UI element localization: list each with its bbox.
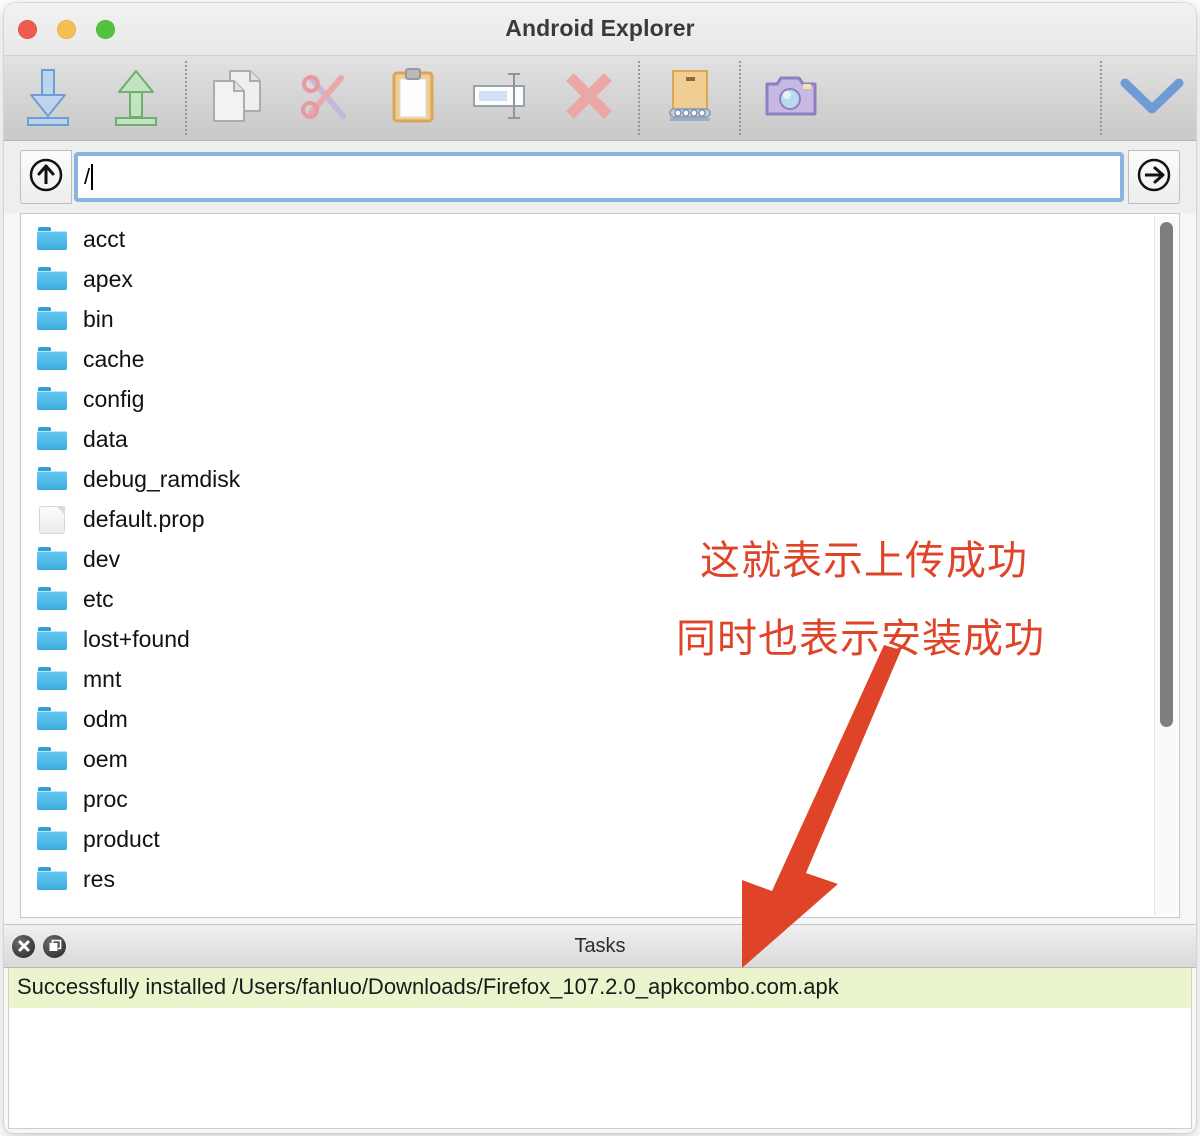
file-list-item-label: cache <box>83 345 145 372</box>
toolbar-separator-2 <box>638 61 641 135</box>
file-list-item-label: lost+found <box>83 625 190 652</box>
toolbar-upload-button[interactable] <box>92 56 180 140</box>
folder-icon <box>37 226 67 252</box>
folder-icon <box>37 466 67 492</box>
file-list-item-label: default.prop <box>83 505 205 532</box>
file-list-item-label: debug_ramdisk <box>83 465 241 492</box>
toolbar-install-package-button[interactable] <box>646 56 734 140</box>
folder-icon <box>37 426 67 452</box>
delete-icon <box>562 69 616 128</box>
toolbar-paste-button[interactable] <box>369 56 457 140</box>
rename-icon <box>470 70 532 127</box>
file-list-panel: acct apex bin cache config data debug_ramdiskd… <box>20 213 1180 918</box>
path-input[interactable]: / <box>84 166 90 188</box>
file-list-item[interactable]: dev <box>21 539 1179 579</box>
toolbar-separator-4 <box>1100 61 1103 135</box>
file-list[interactable]: acct apex bin cache config data debug_ramdiskd… <box>21 214 1179 917</box>
toolbar-download-button[interactable] <box>4 56 92 140</box>
title-bar: Android Explorer <box>4 3 1196 56</box>
path-input-wrapper[interactable]: / <box>74 152 1124 202</box>
file-list-item-label: product <box>83 825 160 852</box>
toolbar-copy-button[interactable] <box>193 56 281 140</box>
folder-icon <box>37 826 67 852</box>
file-list-item[interactable]: bin <box>21 299 1179 339</box>
copy-icon <box>208 67 266 130</box>
file-list-scrollbar-thumb[interactable] <box>1160 222 1173 727</box>
chevron-down-icon <box>1119 75 1185 122</box>
toolbar-separator-1 <box>185 61 188 135</box>
folder-icon <box>37 266 67 292</box>
folder-icon <box>37 666 67 692</box>
file-list-scrollbar-track[interactable] <box>1154 216 1177 915</box>
file-list-item[interactable]: cache <box>21 339 1179 379</box>
tasks-panel-header: Tasks <box>4 924 1196 968</box>
cut-icon <box>297 68 353 129</box>
file-list-item[interactable]: acct <box>21 219 1179 259</box>
toolbar-screenshot-button[interactable] <box>747 56 835 140</box>
up-arrow-circle-icon <box>28 157 64 198</box>
folder-icon <box>37 546 67 572</box>
app-window: Android Explorer / acct apex bin cache c… <box>4 3 1196 1133</box>
tasks-panel-body[interactable]: Successfully installed /Users/fanluo/Dow… <box>8 968 1192 1129</box>
file-list-item-label: mnt <box>83 665 122 692</box>
toolbar-cut-button[interactable] <box>281 56 369 140</box>
toolbar-separator-3 <box>739 61 742 135</box>
go-arrow-circle-icon <box>1136 157 1172 198</box>
file-list-item-label: res <box>83 865 115 892</box>
navigate-up-button[interactable] <box>20 150 72 204</box>
download-icon <box>22 66 74 131</box>
screenshot-icon <box>763 72 819 125</box>
window-title: Android Explorer <box>505 15 695 41</box>
folder-icon <box>37 626 67 652</box>
file-list-item[interactable]: proc <box>21 779 1179 819</box>
file-list-item[interactable]: default.prop <box>21 499 1179 539</box>
file-list-item[interactable]: apex <box>21 259 1179 299</box>
folder-icon <box>37 306 67 332</box>
file-list-item[interactable]: debug_ramdisk <box>21 459 1179 499</box>
file-list-item-label: etc <box>83 585 114 612</box>
toolbar <box>4 56 1196 141</box>
file-list-item-label: acct <box>83 225 126 252</box>
text-caret <box>91 164 94 190</box>
path-bar: / <box>4 141 1196 213</box>
file-list-item[interactable]: lost+found <box>21 619 1179 659</box>
task-row[interactable]: Successfully installed /Users/fanluo/Dow… <box>9 968 1191 1009</box>
file-list-item[interactable]: data <box>21 419 1179 459</box>
file-icon <box>37 506 67 534</box>
paste-icon <box>389 67 437 130</box>
toolbar-more-button[interactable] <box>1108 56 1196 140</box>
file-list-item-label: proc <box>83 785 128 812</box>
folder-icon <box>37 706 67 732</box>
file-list-item-label: odm <box>83 705 128 732</box>
folder-icon <box>37 786 67 812</box>
folder-icon <box>37 866 67 892</box>
file-list-item[interactable]: res <box>21 859 1179 899</box>
tasks-panel-title: Tasks <box>574 934 626 957</box>
file-list-item-label: config <box>83 385 145 412</box>
file-list-item[interactable]: config <box>21 379 1179 419</box>
file-list-item-label: bin <box>83 305 114 332</box>
file-list-item-label: oem <box>83 745 128 772</box>
folder-icon <box>37 746 67 772</box>
folder-icon <box>37 586 67 612</box>
navigate-go-button[interactable] <box>1128 150 1180 204</box>
toolbar-rename-button[interactable] <box>457 56 545 140</box>
file-list-item[interactable]: oem <box>21 739 1179 779</box>
file-list-item-label: data <box>83 425 128 452</box>
file-list-item[interactable]: mnt <box>21 659 1179 699</box>
toolbar-delete-button[interactable] <box>545 56 633 140</box>
file-list-item-label: dev <box>83 545 121 572</box>
folder-icon <box>37 386 67 412</box>
file-list-item-label: apex <box>83 265 133 292</box>
install-package-icon <box>662 67 718 130</box>
file-list-item[interactable]: odm <box>21 699 1179 739</box>
file-list-item[interactable]: etc <box>21 579 1179 619</box>
folder-icon <box>37 346 67 372</box>
file-list-item[interactable]: product <box>21 819 1179 859</box>
upload-icon <box>110 66 162 131</box>
